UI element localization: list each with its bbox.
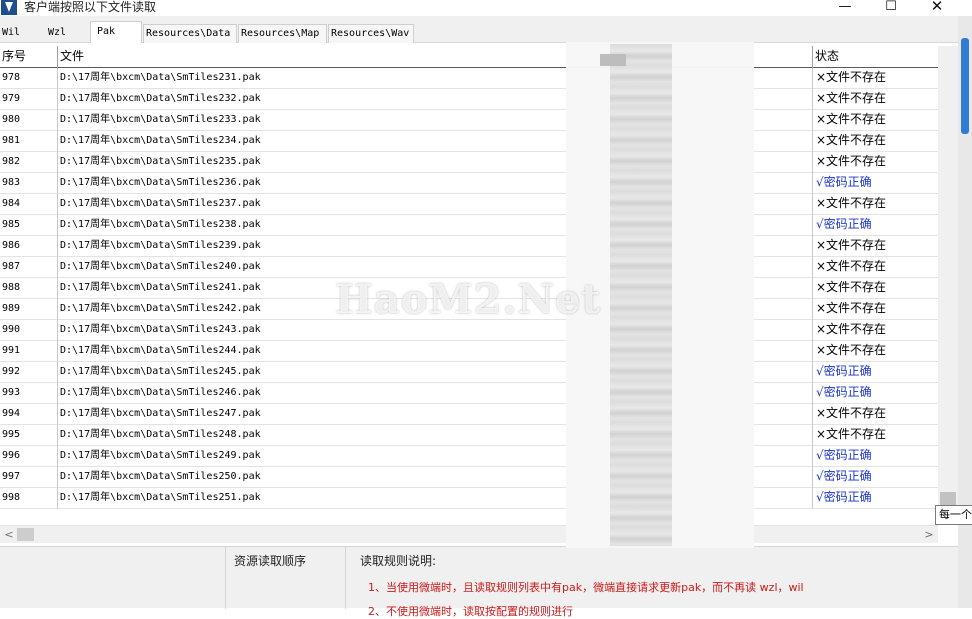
column-header-no[interactable]: 序号 xyxy=(0,46,58,68)
window-title: 客户端按照以下文件读取 xyxy=(24,0,157,14)
row-status: √密码正确 xyxy=(816,175,872,189)
row-no: 987 xyxy=(0,257,58,278)
row-status: √密码正确 xyxy=(816,217,872,231)
privacy-blur-block xyxy=(600,54,626,66)
bottom-panel: 资源读取顺序 读取规则说明: 1、当使用微端时，且读取规则列表中有pak，微端直… xyxy=(0,546,958,618)
tab-resources-data[interactable]: Resources\Data xyxy=(143,24,237,43)
privacy-blur-strip xyxy=(610,44,672,546)
table-row[interactable]: 994 D:\17周年\bxcm\Data\SmTiles247.pak ×文件不存… xyxy=(0,404,938,425)
row-status: ×文件不存在 xyxy=(816,322,887,336)
minimize-button[interactable]: — xyxy=(822,0,868,15)
row-status: ×文件不存在 xyxy=(816,427,887,441)
row-no: 990 xyxy=(0,320,58,341)
row-no: 995 xyxy=(0,425,58,446)
table-row[interactable]: 991 D:\17周年\bxcm\Data\SmTiles244.pak ×文件不存… xyxy=(0,341,938,362)
row-status: ×文件不存在 xyxy=(816,133,887,147)
watermark: HaoM2.Net xyxy=(335,276,601,323)
table-row[interactable]: 983 D:\17周年\bxcm\Data\SmTiles236.pak √密码正确 xyxy=(0,173,938,194)
row-status: √密码正确 xyxy=(816,490,872,504)
bottom-left-pane xyxy=(0,547,226,609)
row-status: ×文件不存在 xyxy=(816,280,887,294)
table-row[interactable]: 996 D:\17周年\bxcm\Data\SmTiles249.pak √密码正确 xyxy=(0,446,938,467)
tab-resources-map[interactable]: Resources\Map xyxy=(238,24,327,43)
table-row[interactable]: 993 D:\17周年\bxcm\Data\SmTiles246.pak √密码正确 xyxy=(0,383,938,404)
table-row[interactable]: 987 D:\17周年\bxcm\Data\SmTiles240.pak ×文件不存… xyxy=(0,257,938,278)
row-status: ×文件不存在 xyxy=(816,91,887,105)
rule-line-1: 1、当使用微端时，且读取规则列表中有pak，微端直接请求更新pak，而不再读 w… xyxy=(368,581,804,594)
scroll-left-arrow-icon[interactable]: < xyxy=(2,526,16,543)
row-no: 980 xyxy=(0,110,58,131)
grid-header: 序号 文件 状态 xyxy=(0,46,938,68)
row-no: 994 xyxy=(0,404,58,425)
row-no: 978 xyxy=(0,68,58,89)
row-status: ×文件不存在 xyxy=(816,301,887,315)
rules-title: 读取规则说明: xyxy=(360,554,437,568)
row-no: 993 xyxy=(0,383,58,404)
row-status: ×文件不存在 xyxy=(816,259,887,273)
row-status: √密码正确 xyxy=(816,469,872,483)
row-status: ×文件不存在 xyxy=(816,406,887,420)
table-row[interactable]: 980 D:\17周年\bxcm\Data\SmTiles233.pak ×文件不存… xyxy=(0,110,938,131)
row-no: 992 xyxy=(0,362,58,383)
row-status: ×文件不存在 xyxy=(816,112,887,126)
table-row[interactable]: 992 D:\17周年\bxcm\Data\SmTiles245.pak √密码正确 xyxy=(0,362,938,383)
tooltip: 每一个 xyxy=(935,505,972,525)
row-no: 996 xyxy=(0,446,58,467)
row-no: 984 xyxy=(0,194,58,215)
app-v-logo-icon xyxy=(1,0,17,15)
table-row[interactable]: 998 D:\17周年\bxcm\Data\SmTiles251.pak √密码正确 xyxy=(0,488,938,509)
tab-wzl[interactable]: Wzl xyxy=(46,24,90,43)
row-no: 982 xyxy=(0,152,58,173)
row-no: 997 xyxy=(0,467,58,488)
close-button[interactable]: ✕ xyxy=(914,0,960,15)
table-row[interactable]: 985 D:\17周年\bxcm\Data\SmTiles238.pak √密码正确 xyxy=(0,215,938,236)
row-no: 989 xyxy=(0,299,58,320)
row-no: 998 xyxy=(0,488,58,509)
resource-order-label: 资源读取顺序 xyxy=(234,554,307,568)
row-status: ×文件不存在 xyxy=(816,196,887,210)
tab-pak[interactable]: Pak xyxy=(90,21,142,43)
window-vertical-scroll-thumb[interactable] xyxy=(961,38,969,134)
scroll-right-arrow-icon[interactable]: > xyxy=(922,526,936,543)
row-no: 985 xyxy=(0,215,58,236)
resource-order-pane: 资源读取顺序 xyxy=(226,547,346,609)
row-no: 991 xyxy=(0,341,58,362)
table-row[interactable]: 995 D:\17周年\bxcm\Data\SmTiles248.pak ×文件不存… xyxy=(0,425,938,446)
table-row[interactable]: 981 D:\17周年\bxcm\Data\SmTiles234.pak ×文件不存… xyxy=(0,131,938,152)
row-status: √密码正确 xyxy=(816,364,872,378)
row-no: 986 xyxy=(0,236,58,257)
table-row[interactable]: 979 D:\17周年\bxcm\Data\SmTiles232.pak ×文件不存… xyxy=(0,89,938,110)
maximize-button[interactable]: ☐ xyxy=(868,0,914,15)
row-status: ×文件不存在 xyxy=(816,70,887,84)
tab-wil[interactable]: Wil xyxy=(0,24,46,43)
row-no: 979 xyxy=(0,89,58,110)
table-row[interactable]: 986 D:\17周年\bxcm\Data\SmTiles239.pak ×文件不存… xyxy=(0,236,938,257)
row-no: 983 xyxy=(0,173,58,194)
row-status: ×文件不存在 xyxy=(816,154,887,168)
row-status: ×文件不存在 xyxy=(816,238,887,252)
row-no: 981 xyxy=(0,131,58,152)
column-header-status[interactable]: 状态 xyxy=(813,46,938,68)
rule-line-2: 2、不使用微端时，读取按配置的规则进行 xyxy=(368,605,573,618)
grid-vertical-scrollbar[interactable] xyxy=(938,46,958,512)
tab-strip: Wil Wzl Pak Resources\Data Resources\Map… xyxy=(0,16,972,43)
table-row[interactable]: 978 D:\17周年\bxcm\Data\SmTiles231.pak ×文件不存… xyxy=(0,68,938,89)
table-row[interactable]: 984 D:\17周年\bxcm\Data\SmTiles237.pak ×文件不存… xyxy=(0,194,938,215)
row-status: √密码正确 xyxy=(816,385,872,399)
title-bar: 客户端按照以下文件读取 — ☐ ✕ xyxy=(0,0,972,16)
grid-horizontal-scrollbar[interactable]: < > xyxy=(0,525,938,543)
grid-horizontal-scroll-thumb[interactable] xyxy=(17,528,34,541)
table-row[interactable]: 997 D:\17周年\bxcm\Data\SmTiles250.pak √密码正确 xyxy=(0,467,938,488)
row-status: ×文件不存在 xyxy=(816,343,887,357)
table-row[interactable]: 982 D:\17周年\bxcm\Data\SmTiles235.pak ×文件不存… xyxy=(0,152,938,173)
row-status: √密码正确 xyxy=(816,448,872,462)
tab-resources-wav[interactable]: Resources\Wav xyxy=(328,24,414,43)
row-no: 988 xyxy=(0,278,58,299)
